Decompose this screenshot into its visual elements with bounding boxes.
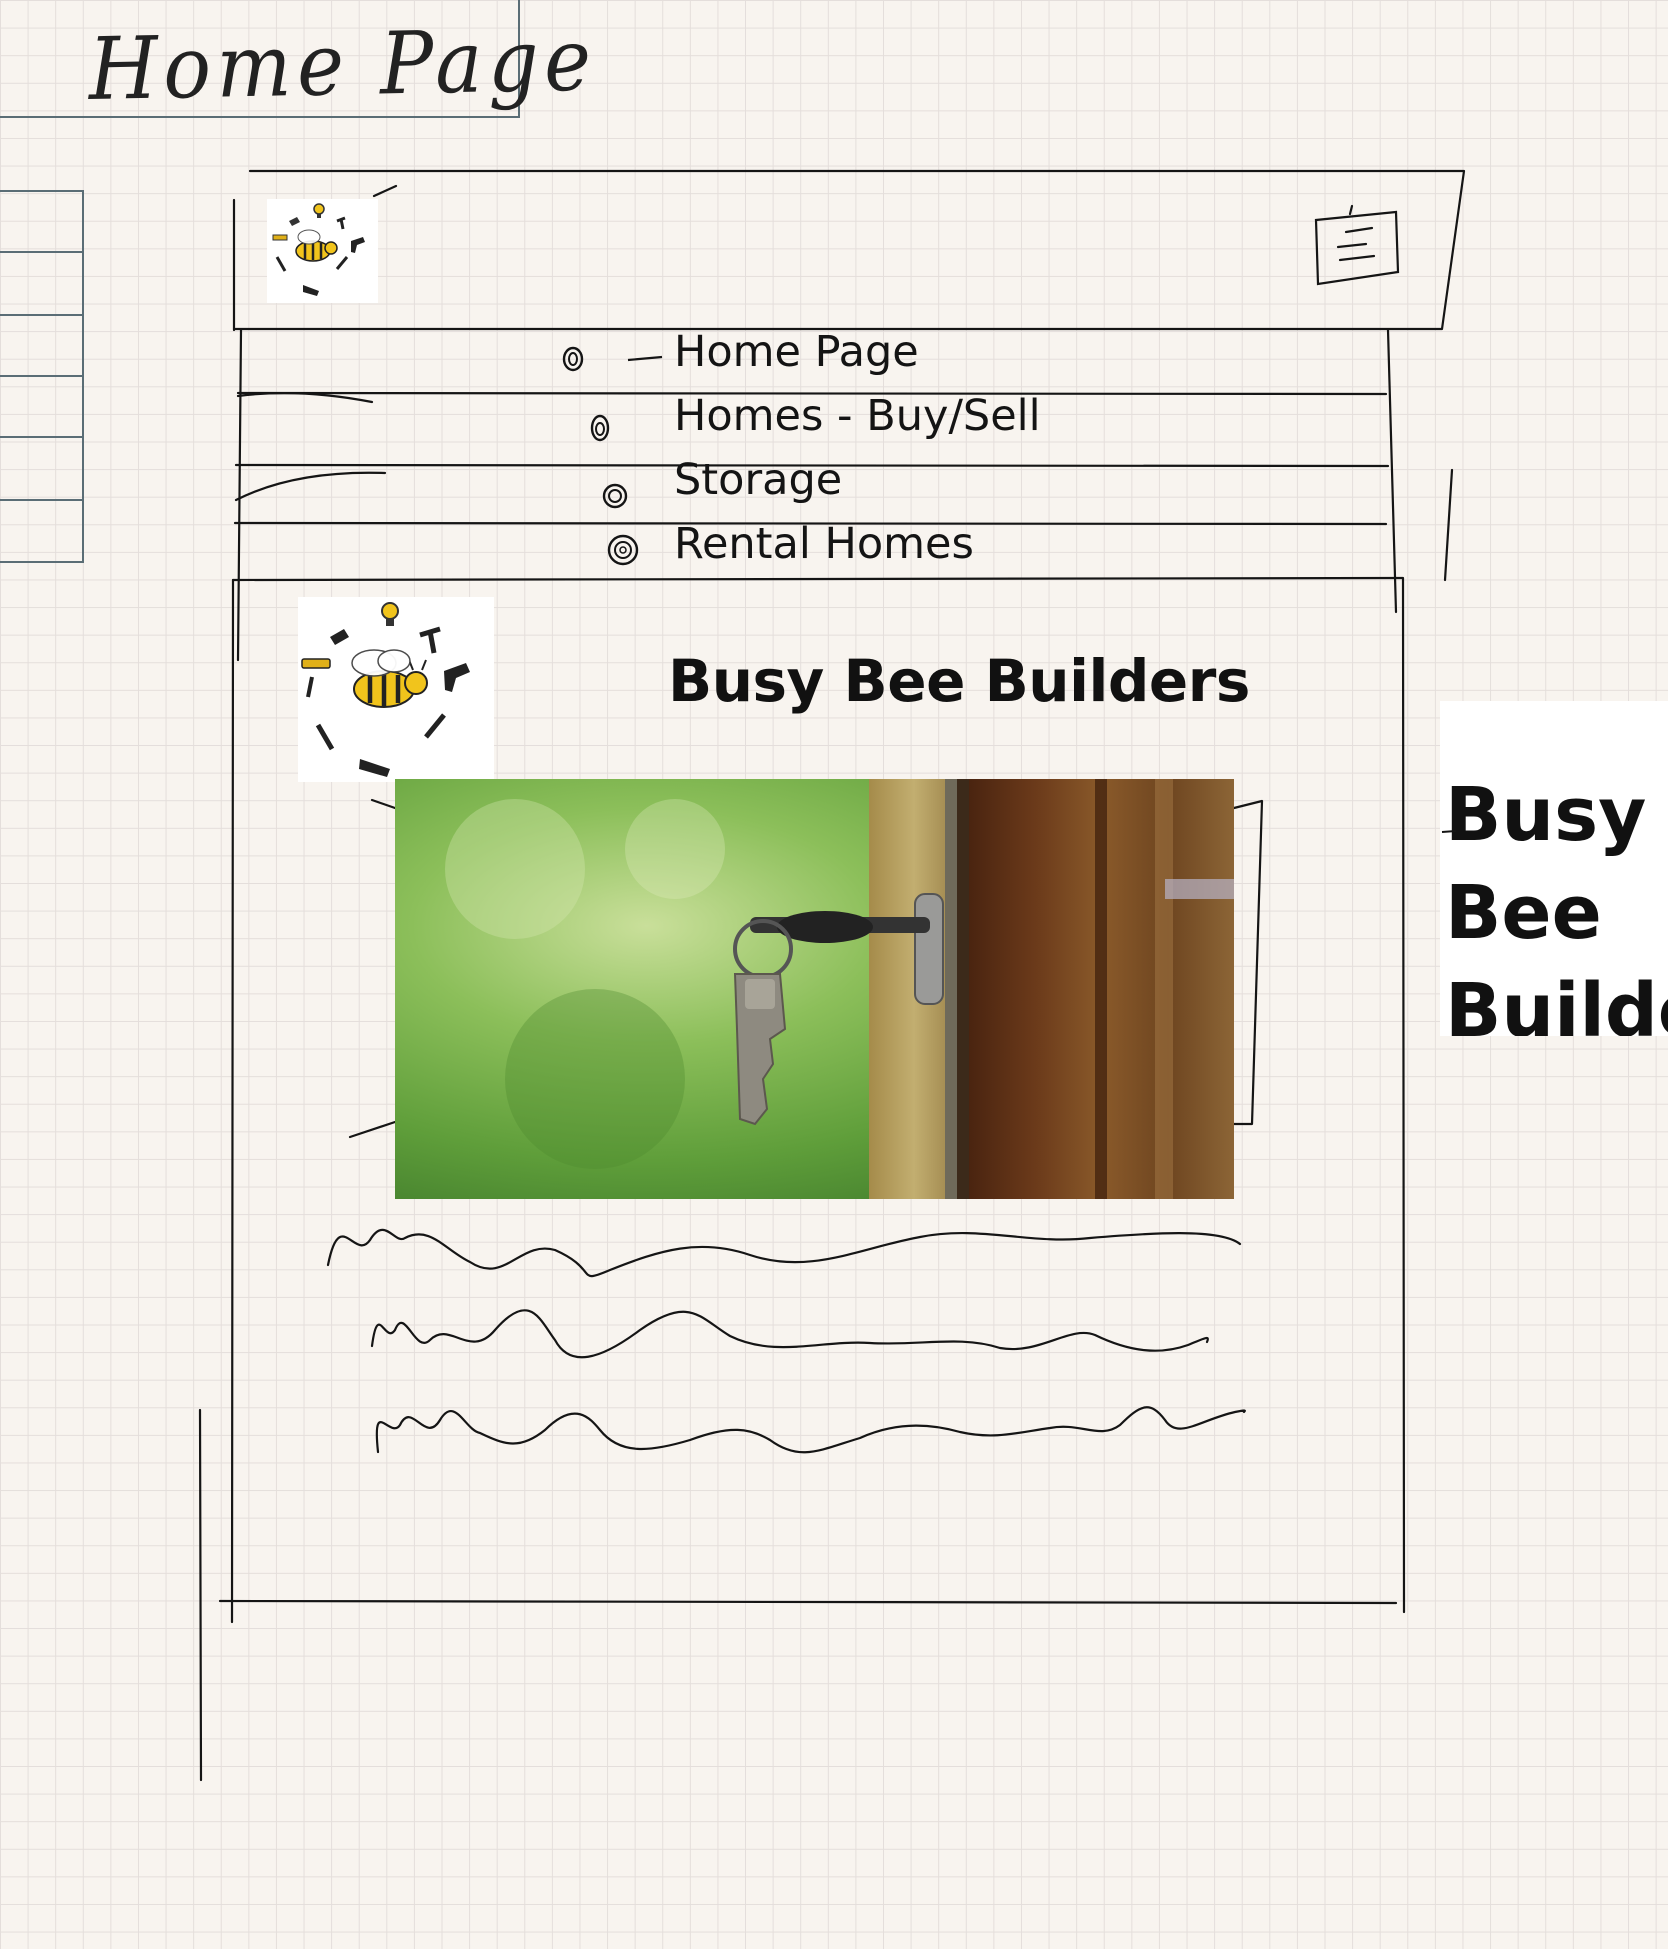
nav-bullet-4 [606, 532, 640, 572]
page-title: Busy Bee Builders [668, 647, 1250, 715]
nav-item-homes-buy-sell[interactable]: Homes - Buy/Sell [674, 395, 1041, 438]
nav-item-storage[interactable]: Storage [674, 459, 842, 502]
side-card-title: Busy Bee Builders [1445, 772, 1668, 1036]
side-card-tick [1441, 830, 1457, 833]
nav-bullet-2 [588, 411, 612, 449]
main-logo [298, 597, 494, 782]
bee-tools-logo-icon [301, 602, 470, 777]
key-in-door-photo [395, 779, 1234, 1199]
nav-bullet-1 [560, 343, 586, 379]
sketch-title: Home Page [88, 10, 598, 120]
bee-tools-logo-icon [272, 203, 365, 296]
nav-item-home-page[interactable]: Home Page [674, 331, 919, 374]
nav-dash [627, 355, 663, 362]
nav-item-rental-homes[interactable]: Rental Homes [674, 523, 974, 566]
hero-image [395, 779, 1234, 1199]
header-logo[interactable] [267, 199, 378, 303]
side-title-card: Busy Bee Builders [1440, 701, 1668, 1036]
nav-bullet-3 [600, 480, 630, 516]
hamburger-menu-icon[interactable] [1310, 200, 1410, 295]
side-list-outline [0, 190, 84, 563]
